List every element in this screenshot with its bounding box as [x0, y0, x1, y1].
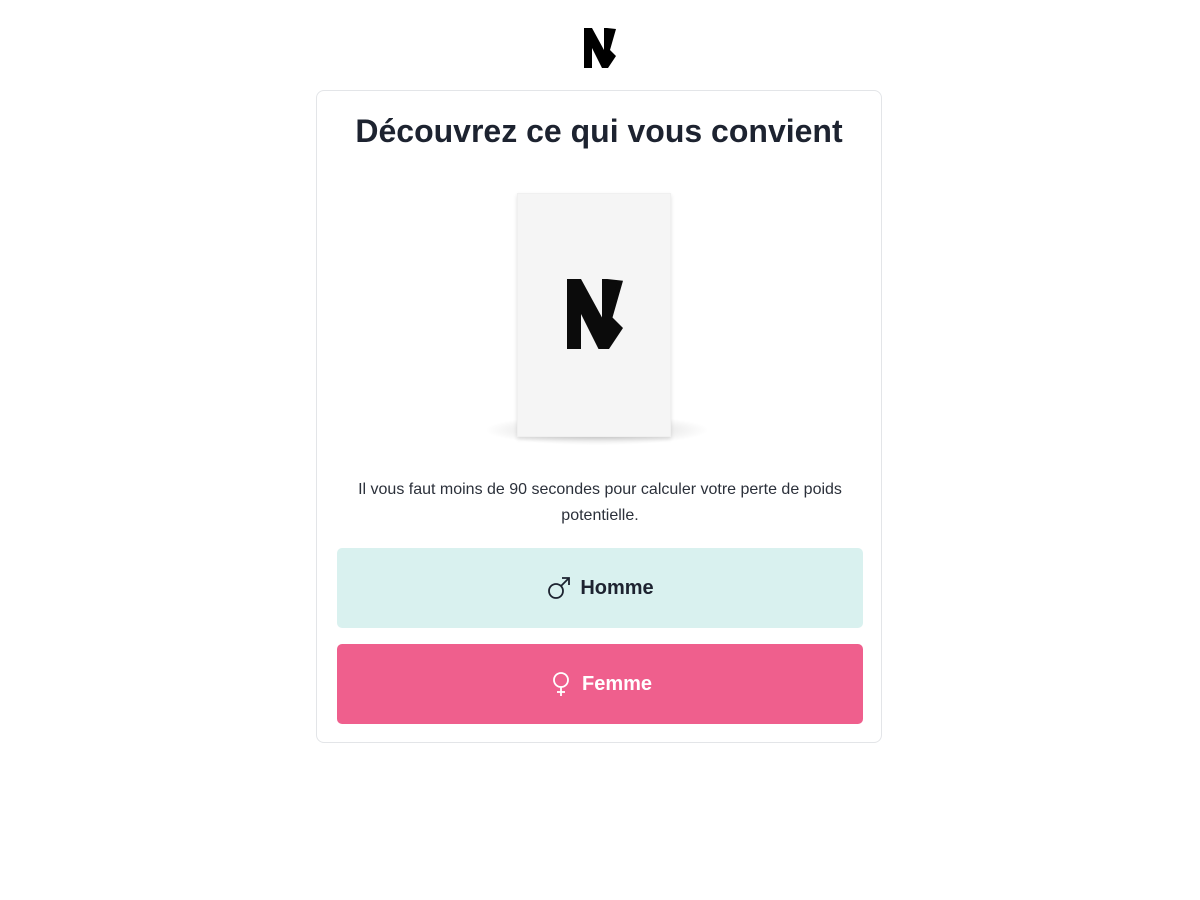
male-button-label: Homme	[580, 576, 654, 599]
page: Découvrez ce qui vous convient Il vous f…	[0, 0, 1200, 900]
female-button-label: Femme	[581, 672, 653, 695]
quiz-card: Découvrez ce qui vous convient Il vous f…	[316, 90, 882, 743]
female-button[interactable]: Femme	[337, 644, 863, 724]
female-symbol-icon	[548, 671, 574, 697]
product-logo-icon	[567, 279, 623, 349]
brand-logo-icon	[584, 28, 616, 68]
male-button[interactable]: Homme	[337, 548, 863, 628]
product-image	[487, 189, 707, 445]
intro-text: Il vous faut moins de 90 secondes pour c…	[358, 481, 842, 524]
card-title: Découvrez ce qui vous convient	[355, 113, 843, 149]
product-box	[517, 193, 671, 437]
male-symbol-icon	[546, 575, 572, 601]
